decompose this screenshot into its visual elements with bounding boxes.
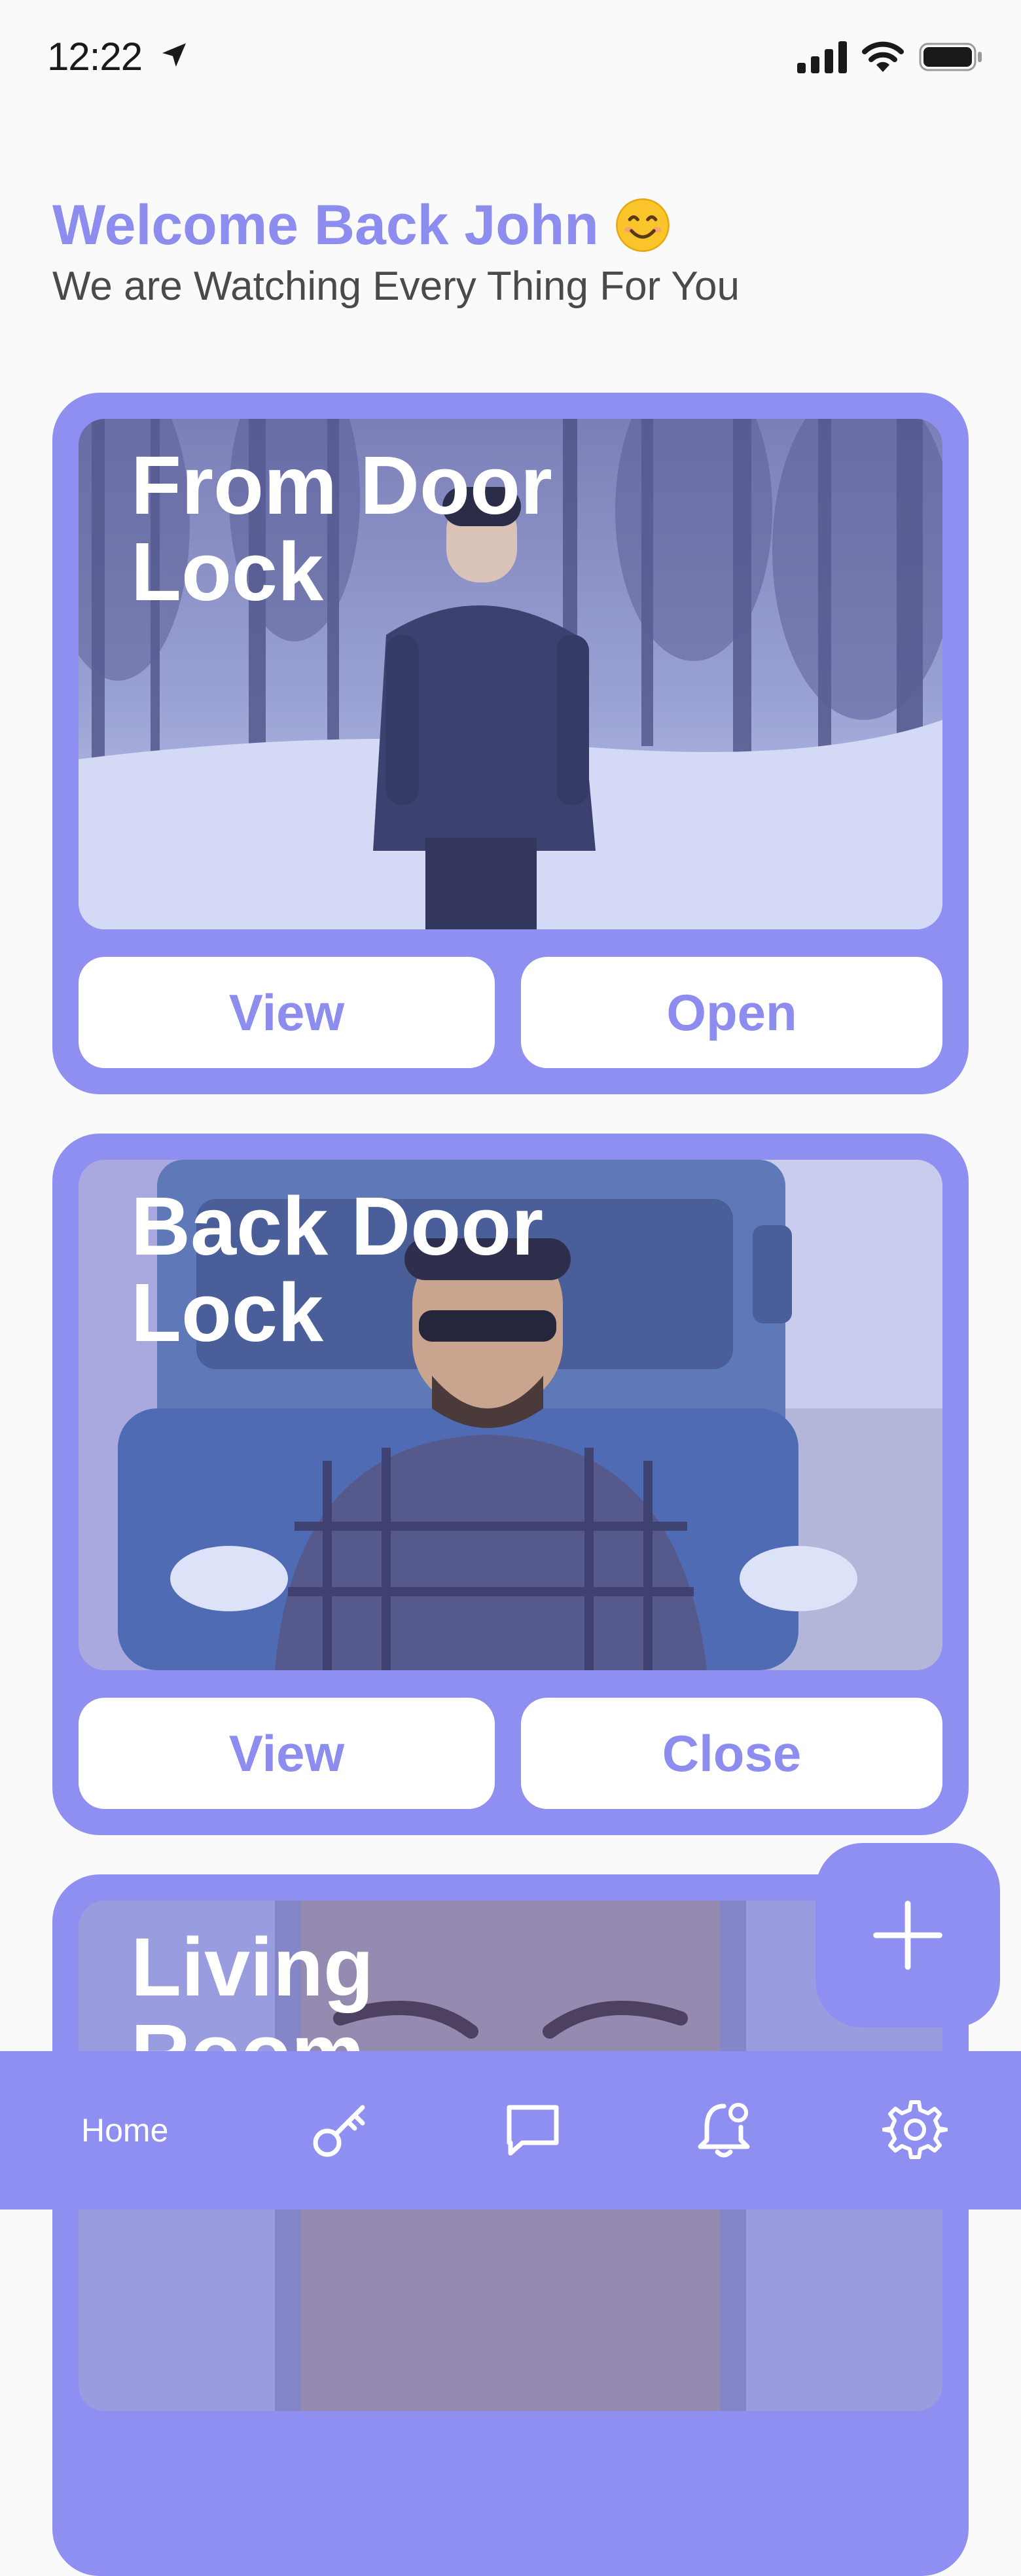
- location-arrow-icon: [162, 43, 186, 67]
- welcome-title: Welcome Back John: [52, 191, 740, 259]
- bottom-navigation-bar: Home: [0, 2051, 1021, 2209]
- close-button[interactable]: Close: [521, 1698, 942, 1809]
- camera-card-front-door: From Door Lock View Open: [52, 393, 969, 1094]
- key-icon[interactable]: [308, 2097, 373, 2162]
- greeting-header: Welcome Back John We are Watching Every …: [52, 191, 740, 313]
- smiling-face-emoji-icon: [615, 198, 670, 252]
- card-title: Back Door Lock: [131, 1180, 544, 1359]
- view-button[interactable]: View: [79, 957, 495, 1068]
- welcome-text: Welcome Back John: [52, 194, 599, 257]
- nav-home-tab[interactable]: Home: [81, 2111, 168, 2149]
- notification-bell-icon[interactable]: [691, 2097, 757, 2162]
- camera-card-back-door: Back Door Lock View Close: [52, 1134, 969, 1835]
- cellular-signal-icon: [797, 41, 847, 73]
- settings-gear-icon[interactable]: [882, 2097, 948, 2162]
- wifi-icon: [862, 41, 904, 72]
- card-title: From Door Lock: [131, 439, 552, 618]
- battery-icon: [919, 43, 982, 71]
- plus-icon: [873, 1901, 942, 1970]
- add-device-button[interactable]: [815, 1843, 1000, 2028]
- status-time: 12:22: [47, 35, 143, 79]
- view-button[interactable]: View: [79, 1698, 495, 1809]
- welcome-subtitle: We are Watching Every Thing For You: [52, 264, 740, 309]
- open-button[interactable]: Open: [521, 957, 942, 1068]
- chat-icon[interactable]: [500, 2097, 565, 2162]
- status-bar: 12:22: [0, 0, 1021, 118]
